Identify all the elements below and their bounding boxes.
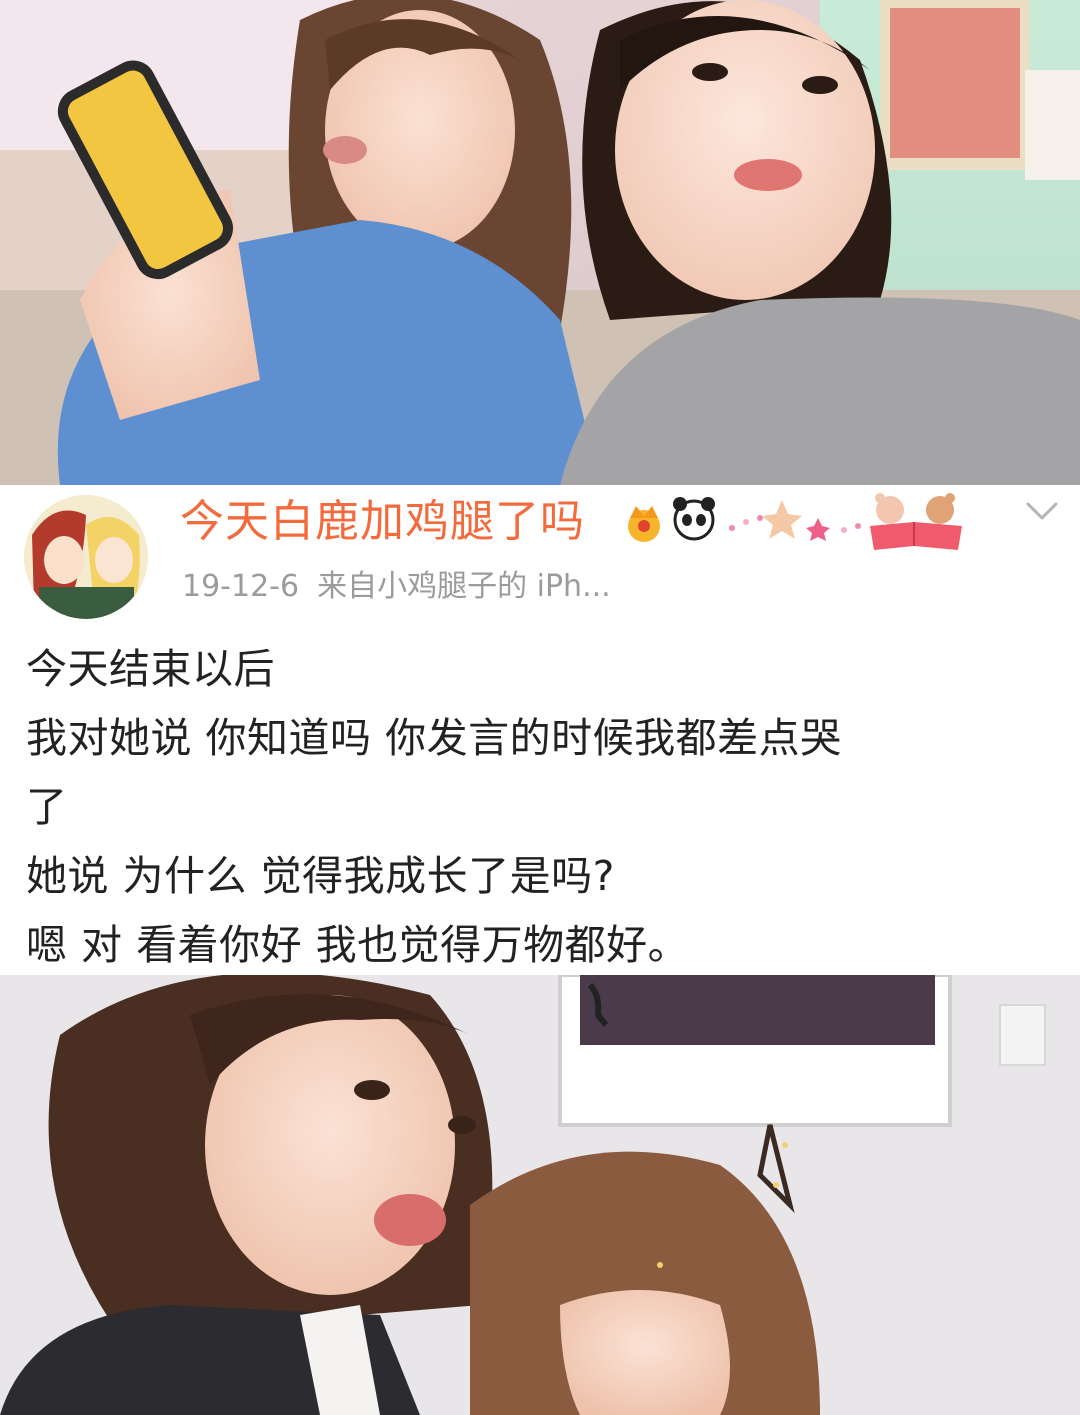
username-badges: [622, 488, 972, 554]
post-text: 今天结束以后 我对她说 你知道吗 你发言的时候我都差点哭 了 她说 为什么 觉得…: [26, 635, 1056, 980]
post-source[interactable]: 来自小鸡腿子的 iPh...: [317, 569, 611, 604]
avatar-image: [24, 495, 148, 619]
panda-sticker-icon: [673, 497, 715, 541]
post-line: 今天结束以后: [26, 645, 275, 693]
post-date: 19-12-6: [182, 569, 300, 604]
sparkle-trail-icon: [729, 500, 861, 541]
username[interactable]: 今天白鹿加鸡腿了吗: [180, 492, 585, 552]
photo-top[interactable]: [0, 0, 1080, 485]
post-line: 了: [26, 783, 68, 831]
bottom-photo-image: [0, 975, 1080, 1415]
post-line: 嗯 对 看着你好 我也觉得万物都好。: [26, 921, 690, 969]
post-menu-button[interactable]: [1022, 496, 1062, 526]
bear-reading-book-icon: [870, 493, 962, 550]
top-photo-image: [0, 0, 1080, 485]
user-avatar[interactable]: [24, 495, 148, 619]
photo-bottom[interactable]: [0, 975, 1080, 1415]
chevron-down-icon: [1026, 502, 1058, 520]
post-line: 我对她说 你知道吗 你发言的时候我都差点哭: [26, 714, 842, 762]
crown-vip-icon: [628, 506, 660, 542]
post-line: 她说 为什么 觉得我成长了是吗?: [26, 852, 615, 900]
post-meta: 19-12-6 来自小鸡腿子的 iPh...: [182, 567, 611, 607]
